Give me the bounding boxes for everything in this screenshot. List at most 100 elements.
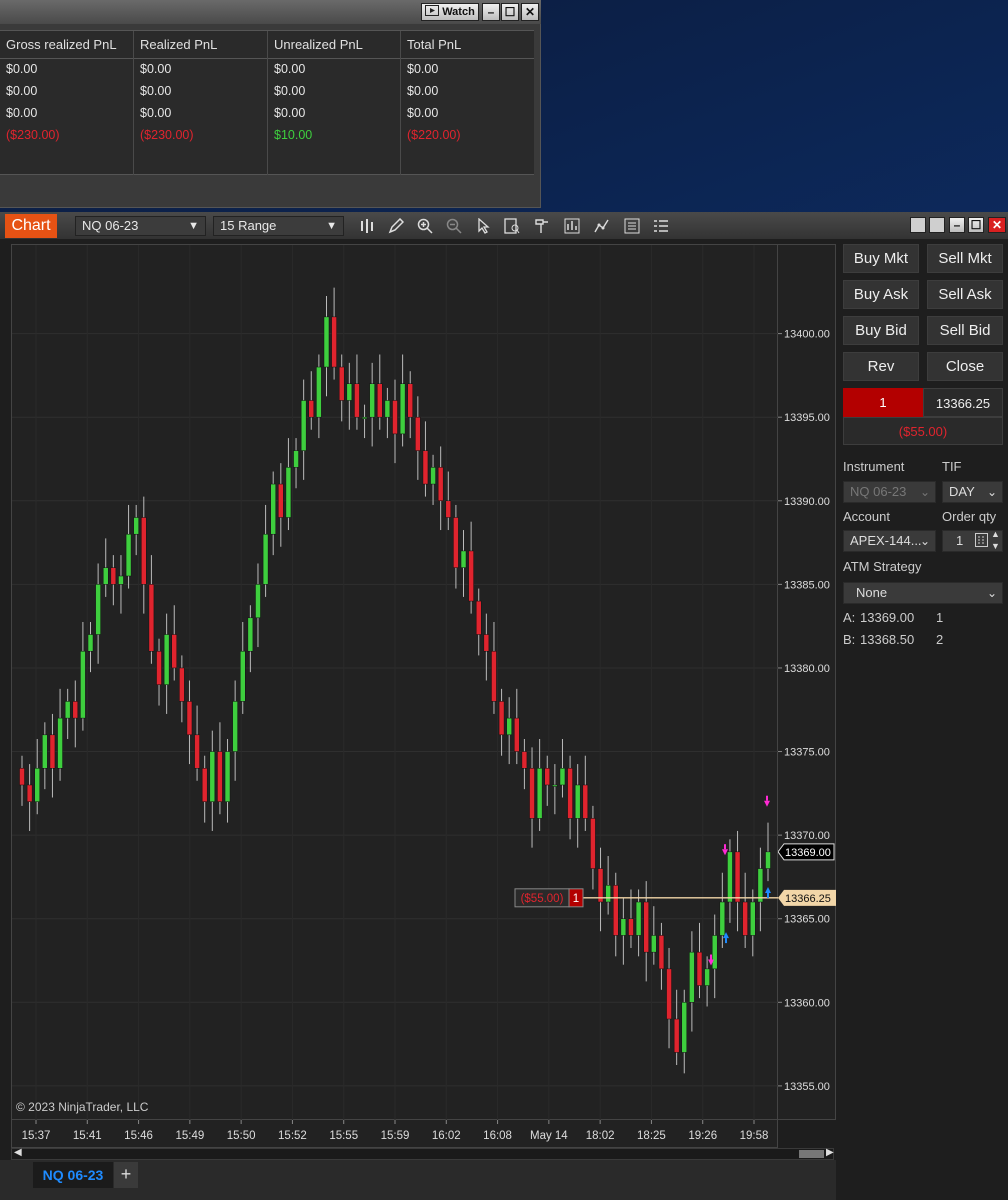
candle-body	[552, 784, 558, 787]
candle-body	[605, 885, 611, 903]
candle-body	[460, 550, 467, 568]
price-axis[interactable]: 13355.00 13360.00 13365.00 13370.00 13375.00…	[777, 244, 836, 1120]
candle-body	[475, 600, 482, 635]
time-axis[interactable]: 15:37 15:41 15:46 15:49 15:50 15:52 15:55 15:59…	[11, 1120, 778, 1148]
candle-body	[536, 768, 543, 819]
candle-body	[628, 918, 634, 936]
tif-dropdown[interactable]: DAY ⌄	[942, 481, 1003, 503]
zoom-in-icon[interactable]	[415, 216, 435, 236]
zoom-out-icon[interactable]	[444, 216, 464, 236]
sell-bid-button[interactable]: Sell Bid	[927, 316, 1003, 345]
candle-body	[673, 1018, 680, 1053]
candle-body	[415, 416, 421, 451]
instrument-dropdown[interactable]: NQ 06-23 ⌄	[843, 481, 936, 503]
sell-market-button[interactable]: Sell Mkt	[927, 244, 1003, 273]
bar-type-select[interactable]: 15 Range ▼	[213, 216, 344, 236]
list-icon[interactable]	[651, 216, 671, 236]
time-tick-label: 15:46	[124, 1130, 153, 1142]
candle-body	[696, 951, 703, 986]
atm-strategy-value: None	[856, 585, 888, 600]
buy-market-button[interactable]: Buy Mkt	[843, 244, 919, 273]
candle-body	[521, 751, 528, 769]
watch-button[interactable]: Watch	[421, 3, 479, 21]
ask-price-tag-label: 13369.00	[785, 847, 831, 859]
candle-body	[750, 901, 756, 936]
order-qty-stepper[interactable]: 1 ▲ ▼	[942, 528, 1003, 553]
strategies-icon[interactable]	[592, 216, 612, 236]
column-header[interactable]: Total PnL	[401, 31, 534, 59]
spinner-icon[interactable]: ▲ ▼	[991, 528, 1000, 552]
time-tick-label: 15:49	[175, 1130, 204, 1142]
sell-ask-button[interactable]: Sell Ask	[927, 280, 1003, 309]
workspace-icon[interactable]	[910, 217, 926, 233]
play-icon	[425, 5, 440, 19]
time-tick-label: 15:59	[381, 1130, 410, 1142]
pnl-column-gross: Gross realized PnL $0.00 $0.00 $0.00 ($2…	[0, 31, 134, 175]
atm-strategy-dropdown[interactable]: None ⌄	[843, 582, 1003, 604]
tab-nq-06-23[interactable]: NQ 06-23	[33, 1162, 113, 1188]
indicators-icon[interactable]	[562, 216, 582, 236]
pencil-icon[interactable]	[386, 216, 406, 236]
calculator-icon[interactable]	[975, 533, 988, 553]
instrument-select[interactable]: NQ 06-23 ▼	[75, 216, 206, 236]
data-box-icon[interactable]	[502, 216, 522, 236]
bar-style-icon[interactable]	[357, 216, 377, 236]
table-cell: ($230.00)	[6, 128, 60, 142]
candle-body	[156, 650, 162, 685]
candle-body	[42, 734, 48, 769]
candle-body	[711, 935, 718, 970]
pnl-table: Gross realized PnL $0.00 $0.00 $0.00 ($2…	[0, 30, 534, 175]
chart-scrollbar[interactable]: ◀ ▶	[11, 1147, 834, 1160]
close-position-button[interactable]: Close	[927, 352, 1003, 381]
time-tick-label: 19:26	[688, 1130, 717, 1142]
account-dropdown[interactable]: APEX-144... ⌄	[843, 530, 936, 552]
chart-title[interactable]: Chart	[5, 214, 57, 238]
candle-body	[80, 650, 86, 719]
candle-body	[689, 951, 695, 1003]
position-qty-label: 1	[573, 893, 579, 905]
buy-ask-button[interactable]: Buy Ask	[843, 280, 919, 309]
buy-bid-button[interactable]: Buy Bid	[843, 316, 919, 345]
add-tab-button[interactable]: +	[114, 1162, 138, 1188]
candle-body	[765, 851, 771, 869]
price-tick-label: 13360.00	[784, 997, 830, 1009]
minimize-icon[interactable]: –	[482, 3, 500, 21]
candle-body	[597, 868, 604, 903]
time-tick-label: 16:02	[432, 1130, 461, 1142]
column-header[interactable]: Realized PnL	[134, 31, 267, 59]
candle-body	[278, 483, 284, 518]
properties-icon[interactable]	[622, 216, 642, 236]
maximize-icon[interactable]: ☐	[501, 3, 519, 21]
scroll-thumb[interactable]	[799, 1150, 824, 1158]
minimize-icon[interactable]: –	[949, 217, 965, 233]
candle-body	[285, 467, 292, 518]
candle-body	[308, 400, 315, 418]
candle-body	[704, 968, 710, 986]
chevron-down-icon: ▼	[188, 220, 199, 232]
pnl-titlebar[interactable]: Watch – ☐ ✕	[0, 0, 541, 24]
chart-trader-icon[interactable]	[532, 216, 552, 236]
candle-body	[651, 935, 657, 953]
chart-plot-area[interactable]: ($55.00) 1	[11, 244, 779, 1121]
chevron-down-icon: ▼	[326, 220, 337, 232]
candle-body	[194, 734, 200, 769]
candle-body	[346, 383, 353, 401]
candle-body	[354, 383, 360, 418]
tif-value: DAY	[949, 484, 975, 499]
column-header[interactable]: Unrealized PnL	[268, 31, 400, 59]
close-icon[interactable]: ✕	[521, 3, 539, 21]
pointer-icon[interactable]	[473, 216, 493, 236]
candle-body	[232, 701, 238, 752]
reverse-button[interactable]: Rev	[843, 352, 919, 381]
maximize-icon[interactable]: ☐	[968, 217, 984, 233]
link-icon[interactable]	[929, 217, 945, 233]
close-icon[interactable]: ✕	[988, 217, 1006, 233]
bid-label: B:	[843, 632, 856, 647]
scroll-left-icon[interactable]: ◀	[14, 1147, 22, 1158]
price-tick-label: 13370.00	[784, 830, 830, 842]
time-tick-label: 19:58	[740, 1130, 769, 1142]
column-header[interactable]: Gross realized PnL	[0, 31, 133, 59]
scroll-right-icon[interactable]: ▶	[826, 1147, 834, 1158]
account-value: APEX-144...	[850, 533, 922, 548]
table-cell: $0.00	[407, 84, 439, 98]
